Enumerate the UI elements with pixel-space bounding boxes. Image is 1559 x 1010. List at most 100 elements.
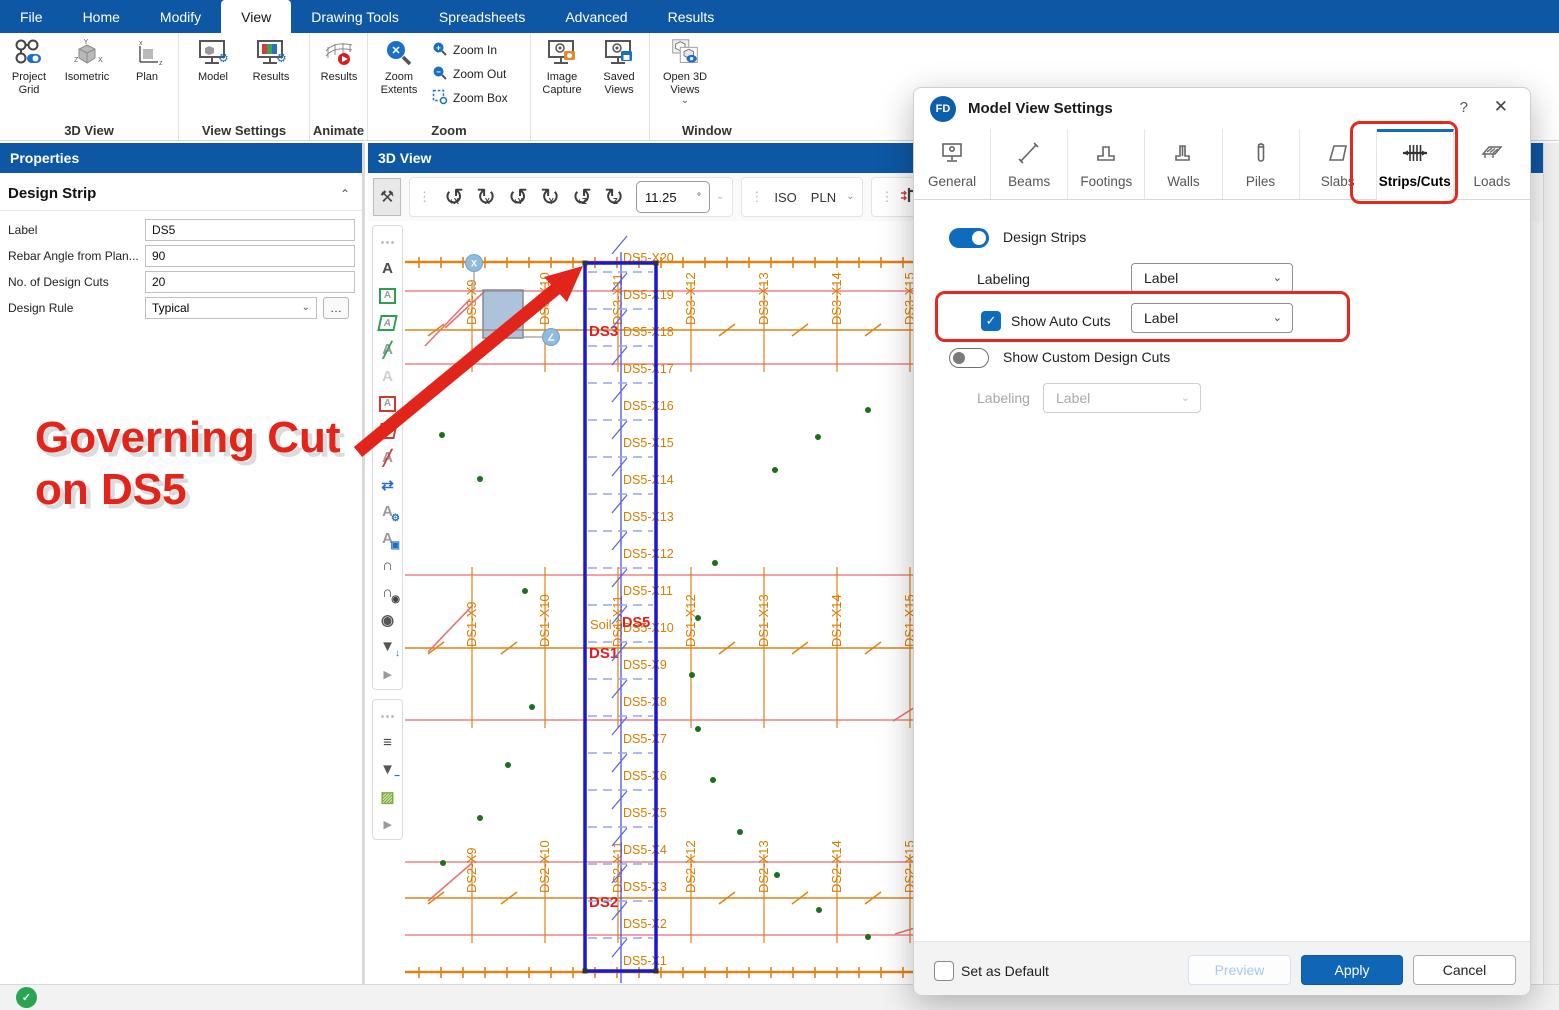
display-card-drag-handle[interactable]: ⋮ (880, 189, 894, 205)
dialog-title: Model View Settings (968, 100, 1113, 117)
filter-remove-icon[interactable]: ▼− (373, 756, 402, 783)
design-cuts-field[interactable]: 20 (145, 271, 355, 293)
dialog-tab-slabs[interactable]: Slabs (1300, 129, 1377, 199)
plan-view-button[interactable]: PLN (807, 186, 840, 209)
show-custom-design-cuts-toggle[interactable] (949, 348, 989, 368)
rotate-plusminus-y-button[interactable]: ↺+Y (502, 181, 534, 213)
design-rule-more-button[interactable]: … (323, 297, 349, 319)
unlock-icon[interactable]: ∩ (373, 552, 402, 579)
label-field[interactable]: DS5 (145, 219, 355, 241)
collapse-section-icon[interactable]: ⌃ (340, 187, 350, 201)
rotate-minus-y-button[interactable]: ↻-Y (534, 181, 566, 213)
isometric-button[interactable]: Y Z X Isometric (60, 37, 114, 84)
tab-home[interactable]: Home (63, 0, 140, 33)
orientation-dropdown-icon[interactable]: ⌄ (846, 192, 854, 202)
orientation-card-drag-handle[interactable]: ⋮ (750, 189, 764, 205)
show-beams-icon[interactable]: A (373, 255, 402, 282)
rotate-card-drag-handle[interactable]: ⋮ (418, 189, 432, 205)
zoom-in-button[interactable]: + Zoom In (432, 39, 497, 61)
design-strips-toggle[interactable] (949, 228, 989, 248)
rebar-angle-field[interactable]: 90 (145, 245, 355, 267)
property-row-label: Label DS5 (0, 217, 362, 243)
tab-spreadsheets[interactable]: Spreadsheets (419, 0, 545, 33)
zoom-in-label: Zoom In (453, 43, 497, 57)
tab-modify[interactable]: Modify (140, 0, 221, 33)
dialog-tab-piles[interactable]: Piles (1223, 129, 1300, 199)
svg-text:DS3-X10: DS3-X10 (537, 272, 552, 325)
vertical-scrollbar[interactable] (1543, 143, 1559, 984)
iso-view-button[interactable]: ISO (770, 186, 800, 209)
model-view-settings-button[interactable]: ⚙ Model (186, 37, 240, 84)
design-rule-select[interactable]: Typical ⌄ (145, 297, 317, 319)
dialog-tab-loads[interactable]: Loads (1454, 129, 1530, 199)
open-3d-views-button[interactable]: Open 3D Views ⌄ (655, 37, 715, 106)
zoom-box-button[interactable]: Zoom Box (432, 87, 508, 109)
show-piles-icon[interactable]: A (373, 363, 402, 390)
svg-text:DS5-X14: DS5-X14 (623, 473, 674, 487)
rotate-minus-z-button[interactable]: ↻-Z (598, 181, 630, 213)
show-custom-design-cuts-label: Show Custom Design Cuts (1003, 349, 1170, 365)
animate-results-button[interactable]: Results (312, 37, 366, 84)
angle-dropdown-icon[interactable]: ⌄ (716, 192, 724, 202)
selection-settings-icon[interactable]: A⚙ (373, 498, 402, 525)
hide-slabs-icon[interactable]: A (373, 417, 402, 444)
show-walls-icon[interactable]: A╱ (373, 336, 402, 363)
dialog-header[interactable]: FD Model View Settings ? ✕ (914, 88, 1530, 129)
slabs-tab-label: Slabs (1321, 174, 1355, 189)
cancel-button[interactable]: Cancel (1413, 955, 1516, 985)
tab-advanced[interactable]: Advanced (545, 0, 647, 33)
toolbar-drag-handle-2[interactable]: ⋯ (373, 702, 402, 729)
dialog-tab-footings[interactable]: Footings (1068, 129, 1145, 199)
strips-cuts-tab-icon (1401, 140, 1429, 166)
dialog-tab-strips-cuts[interactable]: Strips/Cuts (1377, 129, 1454, 199)
filter-apply-icon[interactable]: ▼↓ (373, 633, 402, 660)
auto-cuts-labeling-dropdown[interactable]: Label ⌄ (1131, 303, 1293, 333)
dialog-help-button[interactable]: ? (1460, 99, 1468, 116)
toolbar-drag-handle[interactable]: ⋯ (373, 228, 402, 255)
view-tools-button[interactable]: ⚒ (373, 178, 401, 216)
project-grid-button[interactable]: Project Grid (2, 37, 56, 96)
hide-footings-icon[interactable]: A (373, 390, 402, 417)
svg-text:DS5: DS5 (622, 615, 650, 631)
zoom-extents-button[interactable]: ✕ Zoom Extents (372, 37, 426, 96)
ribbon-tab-bar: File Home Modify View Drawing Tools Spre… (0, 0, 1559, 33)
saved-views-button[interactable]: Saved Views (592, 37, 646, 96)
rotate-plusminus-z-button[interactable]: ↺+Z (566, 181, 598, 213)
render-contour-icon[interactable]: ▨ (373, 783, 402, 810)
invert-selection-icon[interactable]: ⇄ (373, 471, 402, 498)
hide-walls-icon[interactable]: A╱ (373, 444, 402, 471)
set-as-default-checkbox[interactable] (934, 961, 954, 981)
expand-more-icon[interactable]: ▸ (373, 660, 402, 687)
plan-button[interactable]: x z Plan (120, 37, 174, 84)
dialog-tab-walls[interactable]: Walls (1145, 129, 1222, 199)
annotations-icon[interactable]: ≡ (373, 729, 402, 756)
tab-drawing-tools[interactable]: Drawing Tools (291, 0, 419, 33)
results-view-settings-button[interactable]: ⚙ Results (244, 37, 298, 84)
tab-file[interactable]: File (0, 0, 63, 33)
tab-view[interactable]: View (221, 0, 291, 33)
dialog-close-button[interactable]: ✕ (1494, 97, 1508, 117)
rotate-plusminus-x-button[interactable]: ↺+X (438, 181, 470, 213)
rotation-angle-input[interactable]: 11.25 ° (636, 181, 710, 213)
visibility-icon[interactable]: ◉ (373, 606, 402, 633)
show-footings-icon[interactable]: A (373, 282, 402, 309)
ribbon-group-view-settings: ⚙ Model ⚙ Results (179, 33, 310, 140)
strip-labeling-dropdown[interactable]: Label ⌄ (1131, 263, 1293, 293)
custom-labeling-dropdown: Label ⌄ (1043, 383, 1201, 413)
dialog-tab-general[interactable]: General (914, 129, 991, 199)
svg-text:DS5-X9: DS5-X9 (623, 658, 667, 672)
rotate-minus-x-button[interactable]: ↻-X (470, 181, 502, 213)
dialog-tab-beams[interactable]: Beams (991, 129, 1068, 199)
preview-button[interactable]: Preview (1188, 955, 1291, 985)
zoom-out-button[interactable]: − Zoom Out (432, 63, 506, 85)
save-selection-icon[interactable]: A▣ (373, 525, 402, 552)
show-auto-cuts-checkbox[interactable]: ✓ (981, 311, 1001, 331)
apply-button[interactable]: Apply (1301, 955, 1403, 985)
image-capture-button[interactable]: Image Capture (535, 37, 589, 96)
lock-visibility-icon[interactable]: ∩◉ (373, 579, 402, 606)
rotate-button-group: ↺+X↻-X↺+Y↻-Y↺+Z↻-Z (438, 181, 630, 213)
tab-results[interactable]: Results (648, 0, 735, 33)
expand-more-2-icon[interactable]: ▸ (373, 810, 402, 837)
design-strip-section-header[interactable]: Design Strip ⌃ (0, 173, 362, 211)
show-slabs-icon[interactable]: A (373, 309, 402, 336)
